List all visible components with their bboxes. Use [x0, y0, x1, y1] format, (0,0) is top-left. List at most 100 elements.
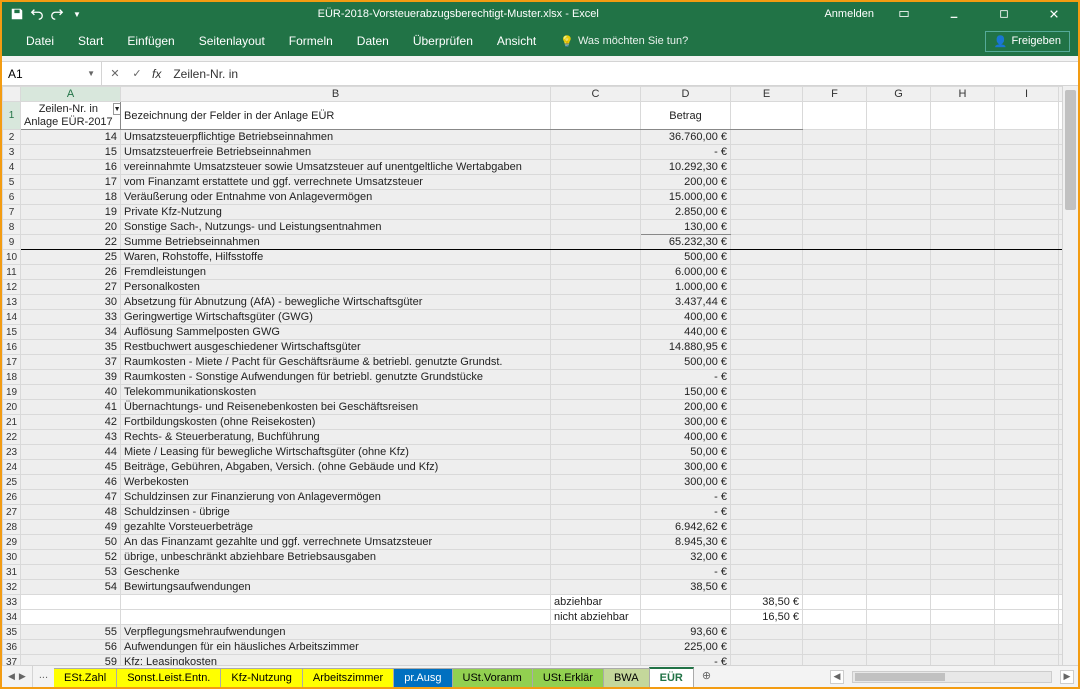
cell[interactable]: 33 — [21, 310, 121, 325]
cell[interactable]: 16,50 € — [731, 610, 803, 625]
select-all-cell[interactable] — [3, 87, 21, 102]
cell[interactable] — [803, 580, 867, 595]
cell[interactable]: 10.292,30 € — [641, 160, 731, 175]
cell[interactable] — [731, 370, 803, 385]
cell[interactable] — [21, 595, 121, 610]
row-header[interactable]: 12 — [3, 280, 21, 295]
cell[interactable] — [867, 355, 931, 370]
cell[interactable] — [551, 310, 641, 325]
cell[interactable]: 38,50 € — [731, 595, 803, 610]
row-header[interactable]: 16 — [3, 340, 21, 355]
cell[interactable] — [867, 205, 931, 220]
cell[interactable]: Fremdleistungen — [121, 265, 551, 280]
cell[interactable]: 3.437,44 € — [641, 295, 731, 310]
cell[interactable] — [803, 325, 867, 340]
cell[interactable] — [551, 265, 641, 280]
maximize-icon[interactable] — [984, 2, 1024, 26]
cell[interactable] — [803, 295, 867, 310]
cell[interactable] — [803, 205, 867, 220]
cell[interactable] — [995, 625, 1059, 640]
cell[interactable] — [995, 355, 1059, 370]
cell[interactable]: 300,00 € — [641, 460, 731, 475]
cell[interactable] — [867, 535, 931, 550]
cell[interactable] — [551, 475, 641, 490]
cell[interactable] — [995, 340, 1059, 355]
cell[interactable]: Summe Betriebseinnahmen — [121, 235, 551, 250]
cell[interactable]: 32,00 € — [641, 550, 731, 565]
col-header-E[interactable]: E — [731, 87, 803, 102]
row-header[interactable]: 14 — [3, 310, 21, 325]
cell[interactable] — [803, 370, 867, 385]
cell[interactable]: - € — [641, 145, 731, 160]
cell[interactable]: 22 — [21, 235, 121, 250]
cell[interactable] — [867, 370, 931, 385]
cell[interactable] — [731, 250, 803, 265]
cell[interactable] — [995, 130, 1059, 145]
cell[interactable]: Restbuchwert ausgeschiedener Wirtschafts… — [121, 340, 551, 355]
cell[interactable]: 15 — [21, 145, 121, 160]
cell[interactable] — [931, 220, 995, 235]
cell[interactable] — [731, 445, 803, 460]
cell[interactable] — [803, 520, 867, 535]
cell[interactable]: Miete / Leasing für bewegliche Wirtschaf… — [121, 445, 551, 460]
cell[interactable]: 65.232,30 € — [641, 235, 731, 250]
close-icon[interactable] — [1034, 2, 1074, 26]
cell-E1[interactable] — [731, 102, 803, 130]
cell[interactable] — [995, 160, 1059, 175]
cell[interactable] — [731, 145, 803, 160]
cell[interactable]: 130,00 € — [641, 220, 731, 235]
cell[interactable]: 400,00 € — [641, 430, 731, 445]
cell[interactable]: 93,60 € — [641, 625, 731, 640]
row-header[interactable]: 18 — [3, 370, 21, 385]
cell-C1[interactable] — [551, 102, 641, 130]
cell[interactable]: 36.760,00 € — [641, 130, 731, 145]
cell[interactable] — [931, 325, 995, 340]
cell[interactable] — [731, 205, 803, 220]
cell[interactable] — [867, 175, 931, 190]
cell[interactable] — [803, 640, 867, 655]
cell[interactable] — [21, 610, 121, 625]
cell[interactable]: 59 — [21, 655, 121, 666]
cell[interactable] — [867, 580, 931, 595]
cell[interactable] — [731, 325, 803, 340]
cell[interactable] — [551, 400, 641, 415]
cell[interactable] — [995, 505, 1059, 520]
row-header[interactable]: 17 — [3, 355, 21, 370]
row-header[interactable]: 9 — [3, 235, 21, 250]
cell[interactable]: Umsatzsteuerpflichtige Betriebseinnahmen — [121, 130, 551, 145]
tell-me-search[interactable]: 💡 Was möchten Sie tun? — [560, 35, 688, 48]
cell[interactable]: 6.942,62 € — [641, 520, 731, 535]
cell[interactable] — [803, 190, 867, 205]
sheet-tab[interactable]: Kfz-Nutzung — [220, 668, 303, 687]
cell[interactable] — [803, 565, 867, 580]
cell[interactable] — [867, 385, 931, 400]
cell[interactable] — [995, 280, 1059, 295]
col-header-A[interactable]: A — [21, 87, 121, 102]
cell[interactable] — [931, 640, 995, 655]
sheet-tab[interactable]: Arbeitszimmer — [302, 668, 394, 687]
cell[interactable] — [931, 475, 995, 490]
cell-A1[interactable]: Zeilen-Nr. in Anlage EÜR-2017 ▼ — [21, 102, 121, 130]
cell[interactable]: 300,00 € — [641, 475, 731, 490]
cell[interactable]: 25 — [21, 250, 121, 265]
cell[interactable]: Sonstige Sach-, Nutzungs- und Leistungse… — [121, 220, 551, 235]
cell[interactable] — [731, 190, 803, 205]
cell[interactable] — [551, 430, 641, 445]
cell[interactable] — [995, 235, 1059, 250]
cell[interactable] — [803, 400, 867, 415]
row-header[interactable]: 37 — [3, 655, 21, 666]
cancel-formula-icon[interactable]: ✕ — [106, 67, 124, 80]
cell[interactable]: 20 — [21, 220, 121, 235]
cell[interactable]: 30 — [21, 295, 121, 310]
row-header[interactable]: 5 — [3, 175, 21, 190]
save-icon[interactable] — [10, 7, 24, 21]
cell[interactable] — [867, 610, 931, 625]
cell[interactable]: 8.945,30 € — [641, 535, 731, 550]
cell[interactable] — [551, 565, 641, 580]
filter-dropdown-icon[interactable]: ▼ — [113, 103, 121, 115]
cell[interactable]: Private Kfz-Nutzung — [121, 205, 551, 220]
row-header[interactable]: 1 — [3, 102, 21, 130]
cell[interactable]: Fortbildungskosten (ohne Reisekosten) — [121, 415, 551, 430]
cell[interactable] — [731, 490, 803, 505]
cell[interactable] — [803, 102, 867, 130]
